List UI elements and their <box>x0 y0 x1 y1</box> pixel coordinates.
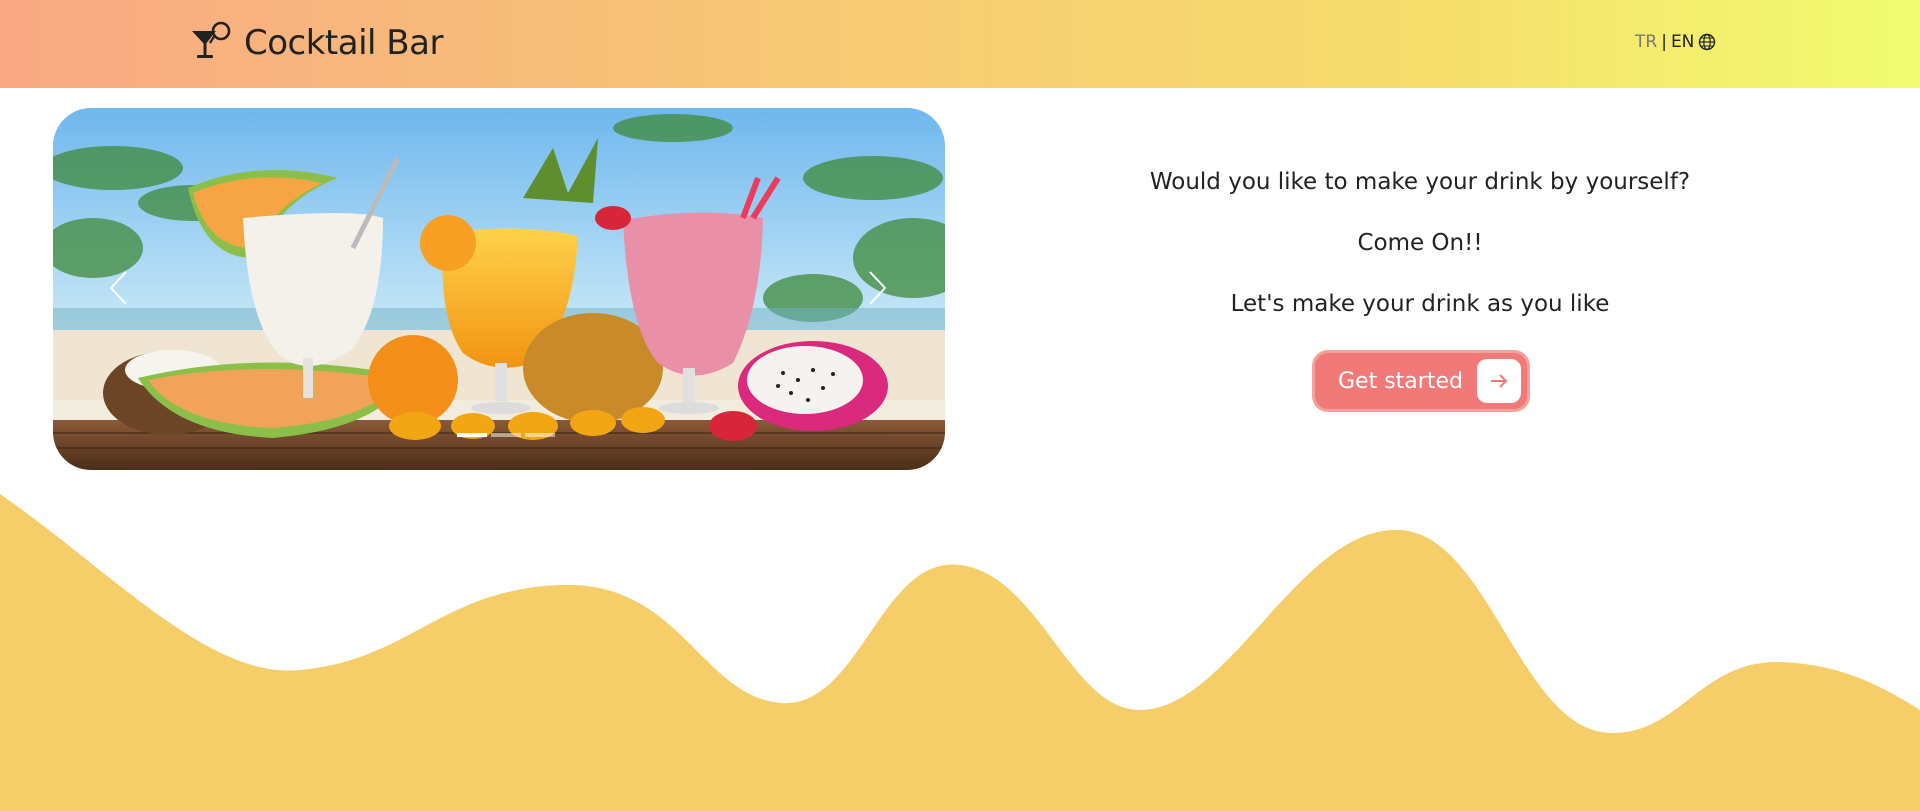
brand-name: Cocktail Bar <box>244 23 443 63</box>
carousel-indicator-3[interactable] <box>525 433 555 437</box>
hero-question: Would you like to make your drink by you… <box>1149 169 1691 195</box>
carousel-next-button[interactable] <box>858 258 898 318</box>
cocktails-image <box>53 108 945 470</box>
carousel-prev-button[interactable] <box>98 258 138 318</box>
get-started-button[interactable]: Get started <box>1312 350 1530 412</box>
image-carousel <box>53 108 945 470</box>
language-tr[interactable]: TR <box>1635 32 1657 52</box>
cocktail-glass-icon <box>192 21 231 58</box>
globe-icon[interactable] <box>1698 33 1716 51</box>
get-started-label: Get started <box>1338 368 1463 394</box>
brand-link[interactable]: Cocktail Bar <box>190 18 443 68</box>
hero-come-on: Come On!! <box>1357 230 1483 256</box>
language-en[interactable]: EN <box>1671 32 1694 52</box>
carousel-indicator-1[interactable] <box>457 433 487 437</box>
decorative-wave <box>0 494 1920 811</box>
language-separator: | <box>1661 32 1667 52</box>
arrow-right-icon <box>1477 359 1521 403</box>
language-switcher: TR | EN <box>1635 32 1716 52</box>
navbar: Cocktail Bar TR | EN <box>0 0 1920 88</box>
chevron-left-icon <box>109 271 127 305</box>
carousel-indicator-2[interactable] <box>491 433 521 437</box>
hero-tagline: Let's make your drink as you like <box>1230 291 1610 317</box>
chevron-right-icon <box>869 271 887 305</box>
carousel-indicators <box>457 433 555 437</box>
